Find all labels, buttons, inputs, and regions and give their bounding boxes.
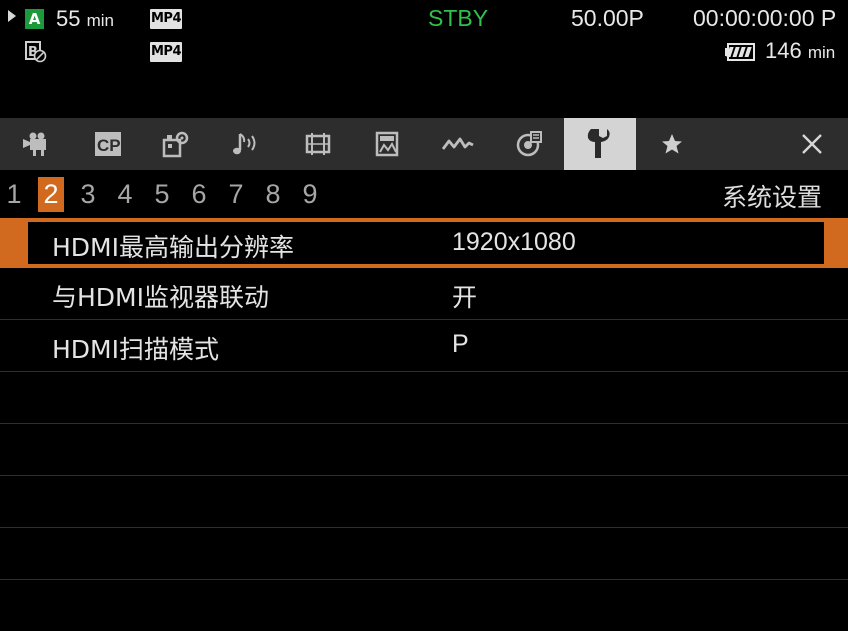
lcd-vf-icon [375,131,399,157]
page-selector: 1 2 3 4 5 6 7 8 9 系统设置 [0,172,848,218]
battery-remaining-time: 146 min [765,38,836,63]
page-2-current[interactable]: 2 [38,177,64,212]
tab-video-setup[interactable] [282,118,354,170]
close-icon [802,134,822,154]
menu-row-empty [0,476,848,528]
video-setup-icon [305,133,331,155]
audio-icon [233,133,256,155]
menu-row-hdmi-monitor-link[interactable]: 与HDMI监视器联动 开 [0,268,848,320]
page-5[interactable]: 5 [149,177,175,212]
tab-tc-ub[interactable] [422,118,494,170]
menu-row-value: 开 [452,284,478,312]
battery-icon [725,43,755,61]
menu-row-hdmi-scan-mode[interactable]: HDMI扫描模式 P [0,320,848,372]
recording-mode-status: STBY [428,5,489,31]
timecode: 00:00:00:00 P [693,5,837,31]
menu-row-label: 与HDMI监视器联动 [52,283,269,312]
tab-camera-settings[interactable] [140,118,212,170]
tab-camera[interactable] [0,118,72,170]
camera-settings-icon [162,131,189,158]
slot-a-remaining-time: 55 min [56,6,115,31]
menu-row-label: HDMI最高输出分辨率 [52,233,294,262]
close-menu-button[interactable] [776,118,848,170]
star-icon [662,134,682,154]
menu-row-empty [0,528,848,580]
menu-row-hdmi-max-resolution[interactable]: HDMI最高输出分辨率 1920x1080 [0,218,848,268]
wrench-icon [587,129,610,158]
card-slot-a-icon: A [25,9,44,29]
tab-recording-media[interactable] [494,118,566,170]
frame-rate: 50.00P [571,5,644,31]
menu-row-empty [0,424,848,476]
page-7[interactable]: 7 [223,177,249,212]
tab-system-setup[interactable] [564,118,636,170]
tab-lcd-vf[interactable] [352,118,424,170]
menu-tab-bar: CP [0,118,848,170]
tab-my-menu[interactable] [636,118,708,170]
menu-row-value: P [452,330,469,358]
page-6[interactable]: 6 [186,177,212,212]
page-8[interactable]: 8 [260,177,286,212]
menu-row-value: 1920x1080 [452,228,576,256]
page-9[interactable]: 9 [297,177,323,212]
menu-row-label: HDMI扫描模式 [52,335,219,364]
status-bar: A B 55 min MP4 MP4 STBY 50.00P 00:00:00:… [0,0,848,118]
play-triangle-icon [8,10,16,22]
menu-row-empty [0,372,848,424]
tab-custom-picture[interactable]: CP [72,118,144,170]
settings-list: HDMI最高输出分辨率 1920x1080 与HDMI监视器联动 开 HDMI扫… [0,218,848,580]
card-slot-b-empty-icon: B [25,41,47,63]
slot-a-format-badge: MP4 [150,9,182,29]
slot-b-format-badge: MP4 [150,42,182,62]
camera-icon [23,132,46,156]
custom-picture-icon: CP [95,132,121,156]
page-1[interactable]: 1 [1,177,27,212]
recording-media-icon [516,131,542,157]
svg-text:CP: CP [97,136,121,155]
page-4[interactable]: 4 [112,177,138,212]
tab-audio[interactable] [210,118,282,170]
tc-ub-icon [441,137,474,150]
page-3[interactable]: 3 [75,177,101,212]
section-title: 系统设置 [721,183,822,212]
